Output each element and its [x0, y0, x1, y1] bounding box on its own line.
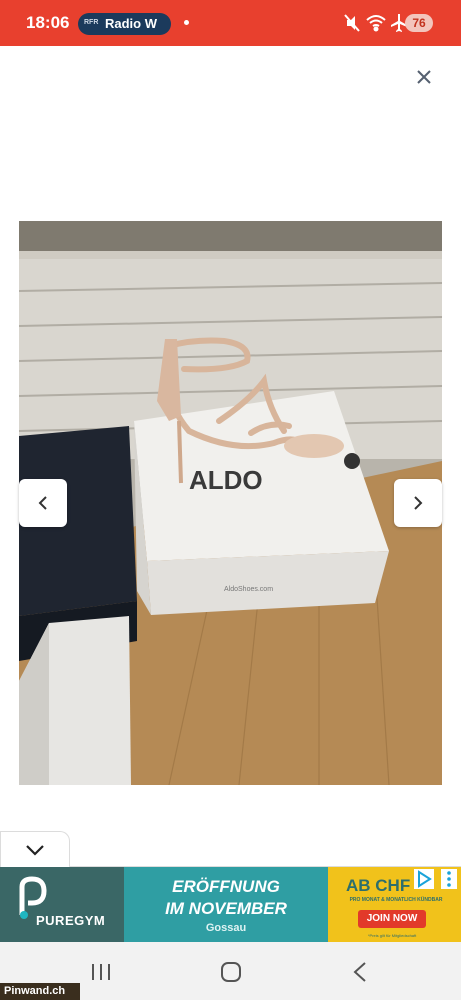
- battery-level: 76: [405, 14, 433, 32]
- back-icon[interactable]: [352, 961, 368, 983]
- ad-banner[interactable]: PUREGYM ERÖFFNUNG IM NOVEMBER Gossau AB …: [0, 867, 461, 942]
- status-time: 18:06: [26, 13, 70, 32]
- box-url: AldoShoes.com: [224, 586, 273, 593]
- ad-headline-line2: IM NOVEMBER: [165, 899, 287, 918]
- ad-fine-print: *Preis gilt für Mitgliedschaft: [368, 933, 417, 938]
- ad-brand-name: PUREGYM: [36, 913, 106, 928]
- home-icon[interactable]: [220, 961, 242, 983]
- ad-price: AB CHF: [346, 876, 411, 895]
- status-bar: 18:06 RFR Radio W 76: [0, 0, 461, 46]
- radio-notification-pill[interactable]: RFR Radio W: [78, 13, 171, 35]
- ad-location: Gossau: [205, 922, 247, 934]
- next-image-button[interactable]: [394, 479, 442, 527]
- box-brand: ALDO: [189, 465, 263, 495]
- chevron-down-icon: [26, 845, 44, 856]
- ad-headline-line1: ERÖFFNUNG: [172, 877, 280, 896]
- close-button[interactable]: [411, 64, 437, 90]
- wifi-icon: [366, 15, 386, 32]
- recents-icon[interactable]: [90, 962, 112, 982]
- listing-photo[interactable]: ALDO AldoShoes.com: [19, 221, 442, 785]
- watermark: Pinwand.ch: [0, 983, 80, 1000]
- previous-image-button[interactable]: [19, 479, 67, 527]
- ad-brand-panel: PUREGYM: [0, 867, 124, 942]
- ad-menu-icon[interactable]: [441, 869, 457, 889]
- radio-logo: RFR: [84, 19, 99, 26]
- ad-choices-icon[interactable]: [414, 869, 434, 889]
- close-icon: [417, 70, 431, 84]
- ad-join-button[interactable]: JOIN NOW: [358, 910, 426, 928]
- screen: 18:06 RFR Radio W 76 ALDO AldoShoes.com …: [0, 0, 461, 1000]
- photo-image: ALDO AldoShoes.com: [19, 221, 442, 785]
- notification-dot: [184, 20, 189, 25]
- radio-label: Radio W: [105, 16, 157, 31]
- chevron-left-icon: [38, 496, 47, 510]
- collapse-ad-tab[interactable]: [0, 831, 70, 867]
- ad-small-print: PRO MONAT & MONATLICH KÜNDBAR: [349, 897, 443, 903]
- ad-headline-panel: ERÖFFNUNG IM NOVEMBER Gossau: [124, 867, 328, 942]
- chevron-right-icon: [414, 496, 423, 510]
- mute-icon: [344, 14, 360, 32]
